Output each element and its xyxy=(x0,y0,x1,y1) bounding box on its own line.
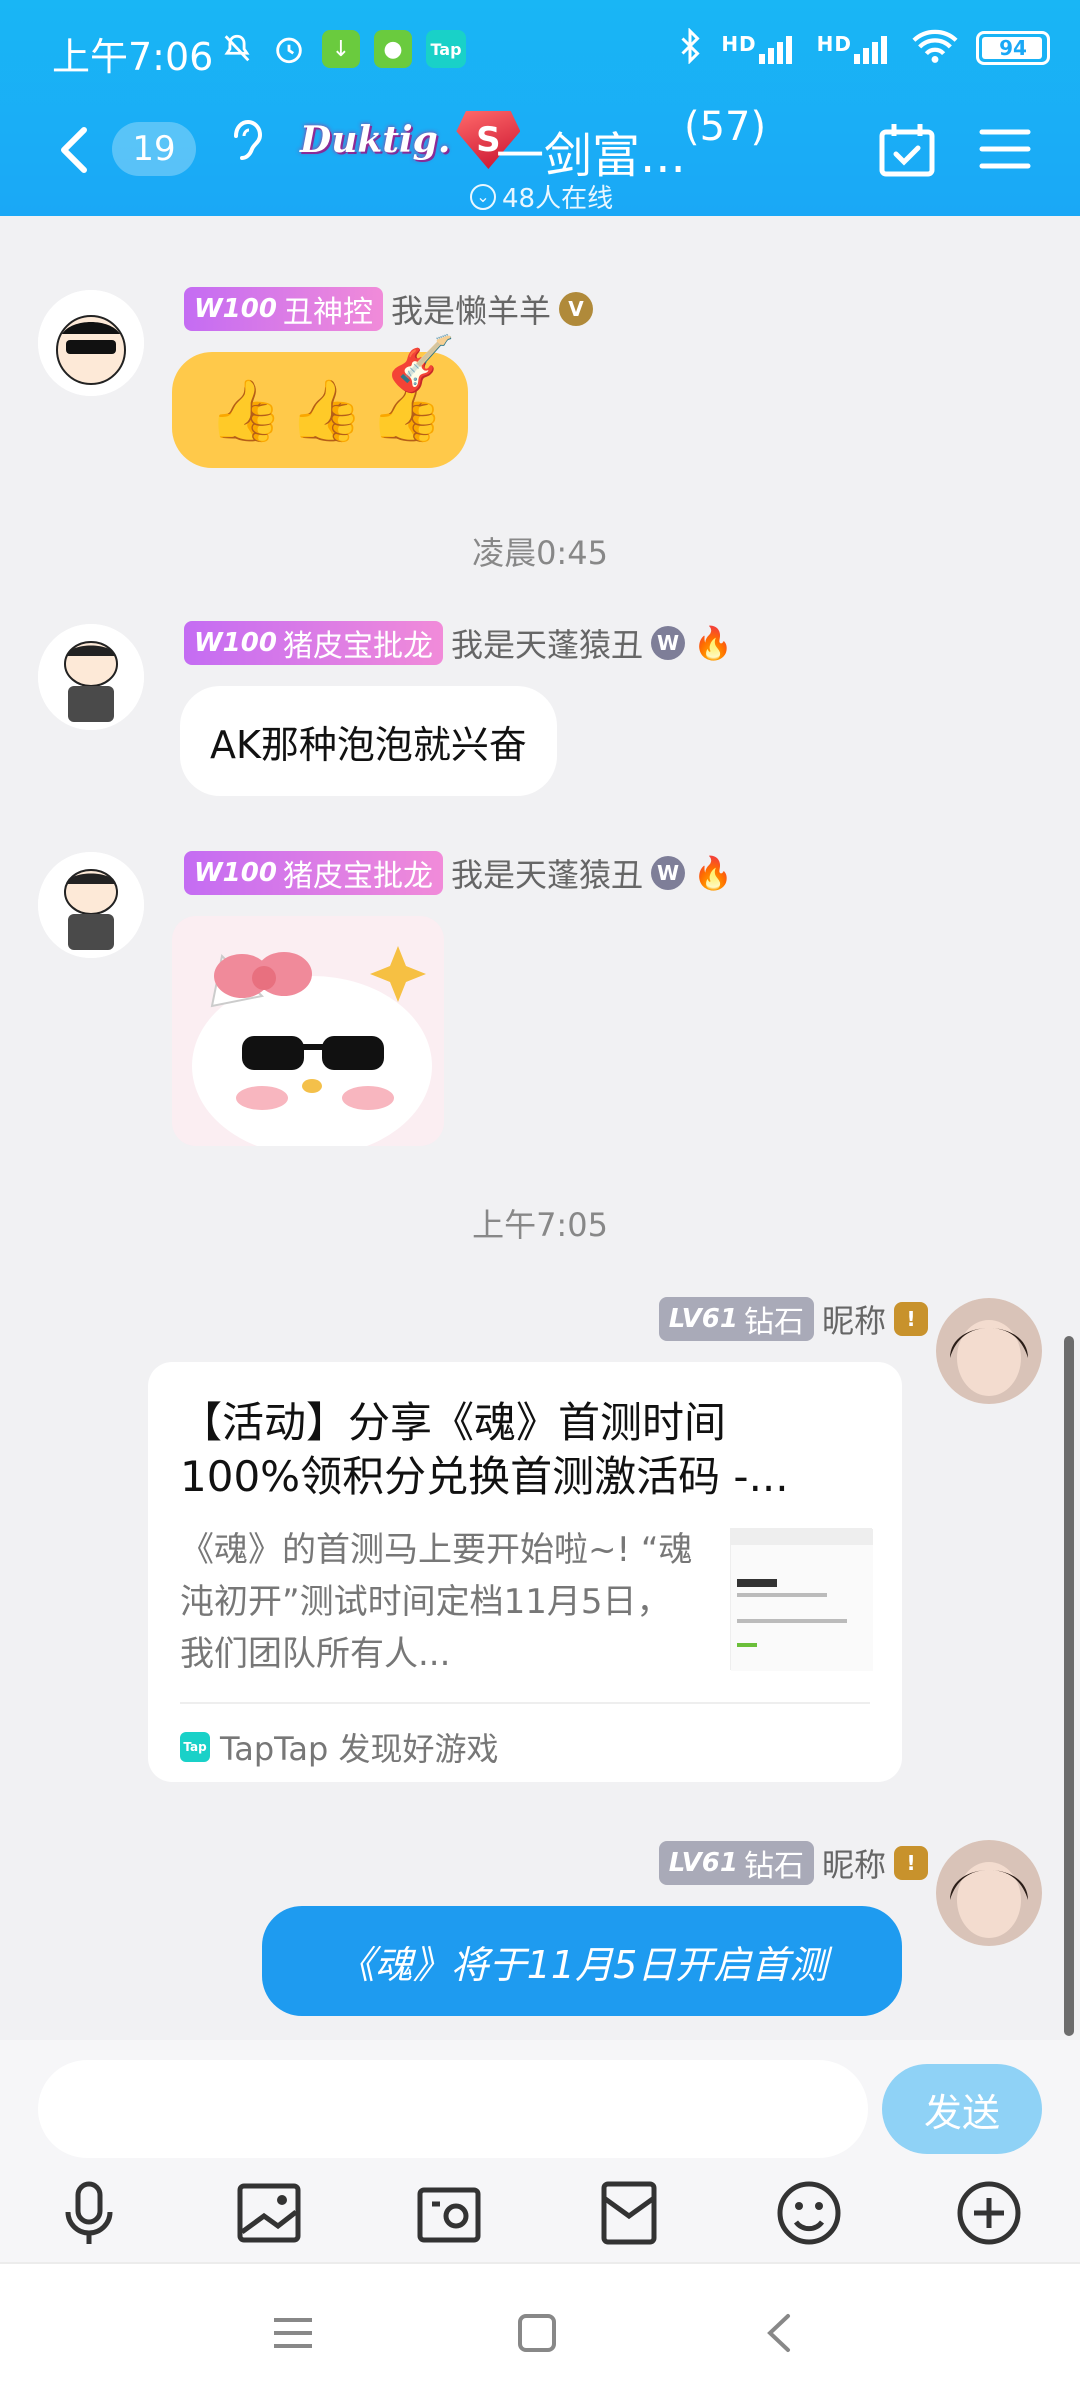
signal-hd-icon: HD xyxy=(721,32,798,64)
input-bar: 发送 xyxy=(0,2040,1080,2262)
microphone-icon[interactable] xyxy=(54,2178,124,2248)
menu-button[interactable] xyxy=(978,122,1032,176)
member-count[interactable]: (57) xyxy=(684,104,766,150)
group-title[interactable]: 一剑富... xyxy=(496,116,686,186)
divider xyxy=(180,1702,870,1704)
fire-icon: 🔥 xyxy=(692,854,733,892)
avatar[interactable] xyxy=(936,1298,1042,1404)
back-nav-icon[interactable] xyxy=(756,2308,806,2358)
emoji-icon[interactable] xyxy=(774,2178,844,2248)
wechat-icon: ● xyxy=(374,30,412,68)
card-title: 【活动】分享《魂》首测时间100%领积分兑换首测激活码 -... xyxy=(180,1398,789,1501)
hello-kitty-sticker[interactable] xyxy=(172,916,444,1146)
home-icon[interactable] xyxy=(512,2308,562,2358)
guitar-icon: 🎸 xyxy=(388,332,456,395)
avatar[interactable] xyxy=(936,1840,1042,1946)
badge-text: Duktig. xyxy=(300,119,451,161)
earpiece-mode-icon[interactable] xyxy=(226,116,266,177)
system-nav-bar xyxy=(0,2262,1080,2400)
timestamp: 凌晨0:45 xyxy=(472,534,608,572)
medal-icon: V xyxy=(558,292,593,326)
level-tag: W100 猪皮宝批龙 xyxy=(184,621,443,665)
medal-icon: ! xyxy=(894,1302,928,1336)
medal-icon: W xyxy=(650,856,685,890)
bluetooth-icon xyxy=(677,27,703,68)
card-description: 《魂》的首测马上要开始啦~! “魂沌初开”测试时间定档11月5日，我们团队所有人… xyxy=(180,1530,693,1674)
sender-nickname: 昵称 xyxy=(821,1846,886,1884)
status-icons-right: HD HD 94 xyxy=(677,27,1050,68)
battery-icon: 94 xyxy=(976,31,1050,65)
chevron-down-icon: ⌄ xyxy=(470,183,496,210)
sender-nickname: 我是懒羊羊 xyxy=(390,292,551,330)
medal-icon: W xyxy=(650,626,685,660)
image-icon[interactable] xyxy=(234,2178,304,2248)
card-source: Tap TapTap 发现好游戏 xyxy=(180,1724,499,1770)
message-bubble[interactable]: 《魂》将于11月5日开启首测 xyxy=(262,1906,902,2016)
wifi-icon xyxy=(912,28,958,68)
level-tag: W100 丑神控 xyxy=(184,287,383,331)
chat-header: 上午7:06 ↓ ● Tap HD HD 94 19 Duktig. S 一剑富… xyxy=(0,0,1080,216)
message-bubble[interactable]: AK那种泡泡就兴奋 xyxy=(180,686,557,796)
checkin-calendar-button[interactable] xyxy=(878,122,936,178)
status-bar: 上午7:06 ↓ ● Tap HD HD 94 xyxy=(0,0,1080,100)
level-tag: LV61 钻石 xyxy=(658,1841,814,1885)
message-input[interactable] xyxy=(38,2060,868,2158)
level-tag: LV61 钻石 xyxy=(658,1297,814,1341)
camera-icon[interactable] xyxy=(414,2178,484,2248)
download-icon: ↓ xyxy=(322,30,360,68)
sender-info: W100 猪皮宝批龙 我是天蓬猿丑 W 🔥 xyxy=(184,850,733,896)
medal-icon: ! xyxy=(894,1846,928,1880)
sender-info: LV61 钻石 昵称 ! xyxy=(658,1840,928,1886)
recent-apps-icon[interactable] xyxy=(268,2308,318,2358)
sender-nickname: 我是天蓬猿丑 xyxy=(450,856,643,894)
send-button[interactable]: 发送 xyxy=(882,2064,1042,2154)
alarm-icon xyxy=(270,30,308,68)
avatar[interactable] xyxy=(38,852,144,958)
back-button[interactable] xyxy=(50,120,100,180)
avatar[interactable] xyxy=(38,624,144,730)
unread-count-badge[interactable]: 19 xyxy=(112,122,196,176)
scrollbar[interactable] xyxy=(1064,1336,1074,2036)
red-packet-icon[interactable] xyxy=(594,2178,664,2248)
plus-icon[interactable] xyxy=(954,2178,1024,2248)
sender-info: W100 猪皮宝批龙 我是天蓬猿丑 W 🔥 xyxy=(184,620,733,666)
mute-icon xyxy=(218,30,256,68)
share-card[interactable]: 【活动】分享《魂》首测时间100%领积分兑换首测激活码 -... 《魂》的首测马… xyxy=(148,1362,902,1782)
level-tag: W100 猪皮宝批龙 xyxy=(184,851,443,895)
signal-hd-icon: HD xyxy=(817,32,894,64)
online-status[interactable]: ⌄ 48人在线 xyxy=(470,178,613,215)
chat-message-list[interactable]: W100 丑神控 我是懒羊羊 V 👍👍👍 🎸 凌晨0:45 W100 猪皮宝批龙 我… xyxy=(0,216,1080,2040)
card-thumbnail xyxy=(730,1528,873,1671)
fire-icon: 🔥 xyxy=(692,624,733,662)
input-toolbar xyxy=(0,2178,1080,2258)
sender-info: LV61 钻石 昵称 ! xyxy=(658,1296,928,1342)
chat-nav-row: 19 Duktig. S 一剑富... (57) ⌄ 48人在线 xyxy=(0,100,1080,216)
timestamp: 上午7:05 xyxy=(472,1206,608,1244)
avatar[interactable] xyxy=(38,290,144,396)
sender-info: W100 丑神控 我是懒羊羊 V xyxy=(184,286,593,332)
status-icons-left: ↓ ● Tap xyxy=(218,30,466,68)
status-time: 上午7:06 xyxy=(52,35,214,79)
sender-nickname: 昵称 xyxy=(821,1302,886,1340)
sender-nickname: 我是天蓬猿丑 xyxy=(450,626,643,664)
taptap-icon: Tap xyxy=(180,1732,210,1762)
taptap-icon: Tap xyxy=(426,30,466,68)
